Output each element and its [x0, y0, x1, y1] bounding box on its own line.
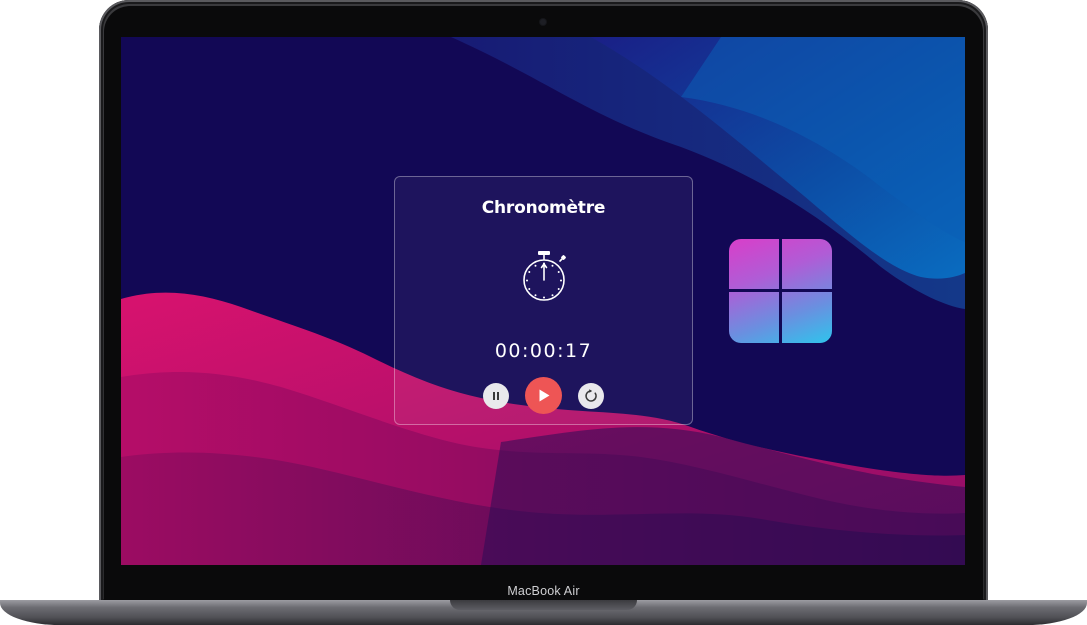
elapsed-time: 00:00:17	[494, 340, 593, 362]
webcam-icon	[540, 19, 546, 25]
pause-icon	[493, 392, 499, 400]
play-button[interactable]	[525, 377, 562, 414]
reset-button[interactable]	[578, 383, 604, 409]
windows-logo-icon	[729, 239, 832, 343]
stopwatch-icon	[523, 251, 566, 301]
reset-icon	[585, 389, 597, 402]
widget-title: Chronomètre	[481, 198, 606, 218]
stopwatch-controls	[395, 376, 692, 414]
stopwatch-widget: Chronomètre 00:00:17	[394, 176, 693, 425]
desktop-screen: Chronomètre 00:00:17	[121, 37, 965, 565]
laptop-hinge-notch	[450, 600, 637, 610]
device-model-label: MacBook Air	[507, 584, 580, 598]
laptop-mockup: Chronomètre 00:00:17 MacBook Air	[0, 0, 1087, 625]
play-icon	[539, 389, 550, 402]
pause-button[interactable]	[483, 383, 509, 409]
